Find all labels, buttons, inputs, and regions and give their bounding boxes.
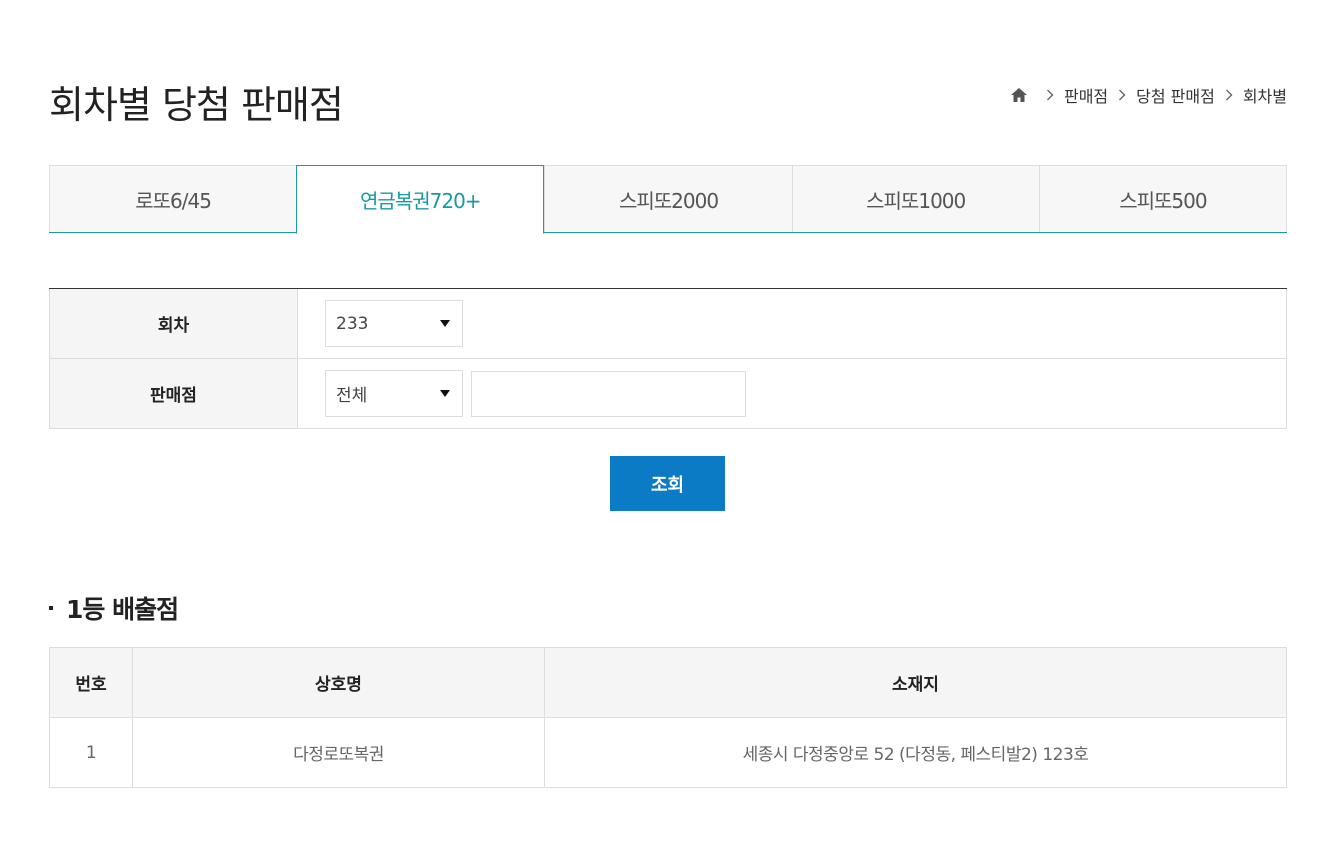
tab-speetto1000[interactable]: 스피또1000 (791, 165, 1039, 232)
breadcrumb-item-winning-store[interactable]: 당첨 판매점 (1136, 83, 1215, 107)
section-title: 1등 배출점 (49, 590, 179, 626)
section-title-text: 1등 배출점 (66, 595, 179, 624)
store-filter-value: 전체 (336, 386, 368, 406)
lottery-tabs: 로또6/45 연금복권720+ 스피또2000 스피또1000 스피또500 (49, 165, 1288, 234)
cell-number: 1 (49, 717, 133, 788)
header-store-name: 상호명 (132, 647, 545, 718)
cell-address: 세종시 다정중앙로 52 (다정동, 페스티발2) 123호 (544, 717, 1287, 788)
round-select-value: 233 (336, 313, 369, 334)
store-label: 판매점 (49, 359, 298, 428)
tab-speetto500[interactable]: 스피또500 (1038, 165, 1288, 232)
page-title: 회차별 당첨 판매점 (49, 83, 344, 127)
chevron-right-icon (1118, 89, 1126, 101)
cell-store-name: 다정로또복권 (132, 717, 545, 788)
form-row-store: 판매점 전체 (49, 359, 1287, 429)
form-row-round: 회차 233 (49, 289, 1287, 359)
caret-down-icon (440, 320, 450, 327)
breadcrumb: 판매점 당첨 판매점 회차별 (1010, 83, 1287, 107)
table-header-row: 번호 상호명 소재지 (49, 647, 1287, 718)
store-search-input[interactable] (471, 370, 746, 417)
bullet-icon (49, 606, 53, 610)
store-field: 전체 (298, 359, 1287, 428)
table-row: 1 다정로또복권 세종시 다정중앙로 52 (다정동, 페스티발2) 123호 (49, 717, 1287, 788)
round-label: 회차 (49, 289, 298, 358)
breadcrumb-item-by-round: 회차별 (1242, 87, 1287, 106)
chevron-right-icon (1046, 89, 1054, 101)
round-select[interactable]: 233 (325, 300, 463, 347)
breadcrumb-item-store[interactable]: 판매점 (1064, 83, 1108, 107)
chevron-right-icon (1225, 89, 1233, 101)
header-number: 번호 (49, 647, 133, 718)
page: 회차별 당첨 판매점 판매점 당첨 판매점 회차별 로또6/45 연금복권720… (0, 0, 1344, 858)
tab-lotto645[interactable]: 로또6/45 (49, 165, 297, 232)
header-address: 소재지 (544, 647, 1287, 718)
search-button[interactable]: 조회 (610, 456, 725, 511)
home-icon[interactable] (1010, 86, 1028, 104)
results-table: 번호 상호명 소재지 1 다정로또복권 세종시 다정중앙로 52 (다정동, 페… (49, 647, 1287, 788)
search-form: 회차 233 판매점 전체 (49, 288, 1287, 429)
tab-pension720[interactable]: 연금복권720+ (296, 165, 545, 234)
tab-speetto2000[interactable]: 스피또2000 (544, 165, 792, 232)
store-filter-select[interactable]: 전체 (325, 370, 463, 417)
round-field: 233 (298, 289, 1287, 358)
caret-down-icon (440, 390, 450, 397)
